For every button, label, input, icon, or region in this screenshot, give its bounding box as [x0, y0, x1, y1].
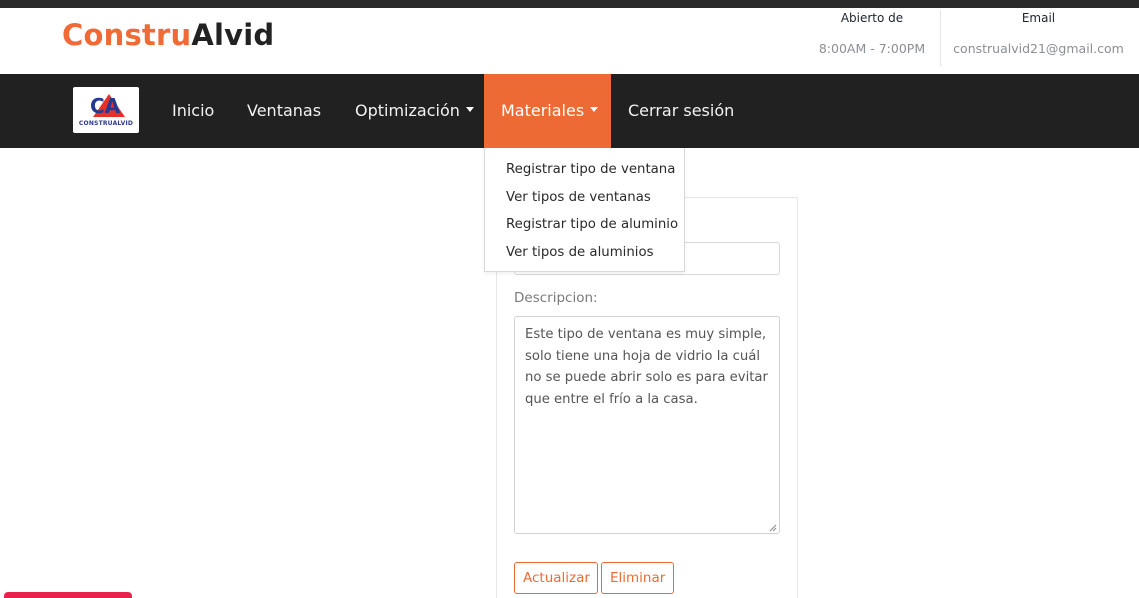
hours-label: Abierto de: [840, 11, 904, 25]
nav-cerrar-sesion[interactable]: Cerrar sesión: [628, 74, 734, 148]
resize-grip-icon[interactable]: [769, 524, 777, 532]
brand-part2: Alvid: [191, 18, 275, 52]
dropdown-item-registrar-ventana[interactable]: Registrar tipo de ventana: [485, 158, 684, 186]
update-button[interactable]: Actualizar: [514, 562, 598, 594]
site-header: ConstruAlvid Abierto de 8:00AM - 7:00PM …: [0, 8, 1139, 74]
brand-part1: Constru: [62, 18, 192, 52]
logo-ca-icon: CA: [90, 94, 125, 118]
nav-optimizacion-label: Optimización: [355, 101, 460, 120]
nav-ventanas[interactable]: Ventanas: [247, 74, 321, 148]
navbar-logo[interactable]: CA CONSTRUALVID: [73, 87, 139, 133]
nav-materiales-label: Materiales: [501, 101, 585, 120]
svg-text:CA: CA: [90, 94, 121, 118]
nav-materiales-dropdown[interactable]: Materiales: [484, 74, 611, 148]
logo-caption: CONSTRUALVID: [78, 120, 134, 127]
hours-info: Abierto de 8:00AM - 7:00PM: [806, 10, 938, 66]
email-value[interactable]: construalvid21@gmail.com: [941, 41, 1136, 56]
email-info: Email construalvid21@gmail.com: [940, 10, 1136, 66]
materiales-dropdown-menu: Registrar tipo de ventana Ver tipos de v…: [484, 148, 685, 272]
floating-pink-tab[interactable]: [4, 592, 132, 598]
main-navbar: CA CONSTRUALVID Inicio Ventanas Optimiza…: [0, 74, 1139, 148]
nav-cerrar-sesion-label: Cerrar sesión: [628, 101, 735, 120]
description-textarea[interactable]: Este tipo de ventana es muy simple, solo…: [514, 316, 780, 534]
caret-down-icon: [465, 107, 474, 112]
nav-optimizacion-dropdown[interactable]: Optimización: [355, 74, 474, 148]
delete-button[interactable]: Eliminar: [601, 562, 674, 594]
nav-ventanas-label: Ventanas: [247, 101, 322, 120]
dropdown-item-registrar-aluminio[interactable]: Registrar tipo de aluminio: [485, 213, 684, 241]
nav-inicio[interactable]: Inicio: [172, 74, 214, 148]
brand-logo-text[interactable]: ConstruAlvid: [62, 18, 274, 52]
page: ConstruAlvid Abierto de 8:00AM - 7:00PM …: [0, 0, 1139, 598]
hours-value: 8:00AM - 7:00PM: [818, 41, 926, 56]
dropdown-item-ver-aluminios[interactable]: Ver tipos de aluminios: [485, 241, 684, 269]
caret-down-icon: [590, 107, 599, 112]
nav-inicio-label: Inicio: [172, 101, 215, 120]
dropdown-item-ver-ventanas[interactable]: Ver tipos de ventanas: [485, 186, 684, 214]
email-label: Email: [1021, 11, 1056, 25]
description-label: Descripcion:: [514, 290, 598, 306]
